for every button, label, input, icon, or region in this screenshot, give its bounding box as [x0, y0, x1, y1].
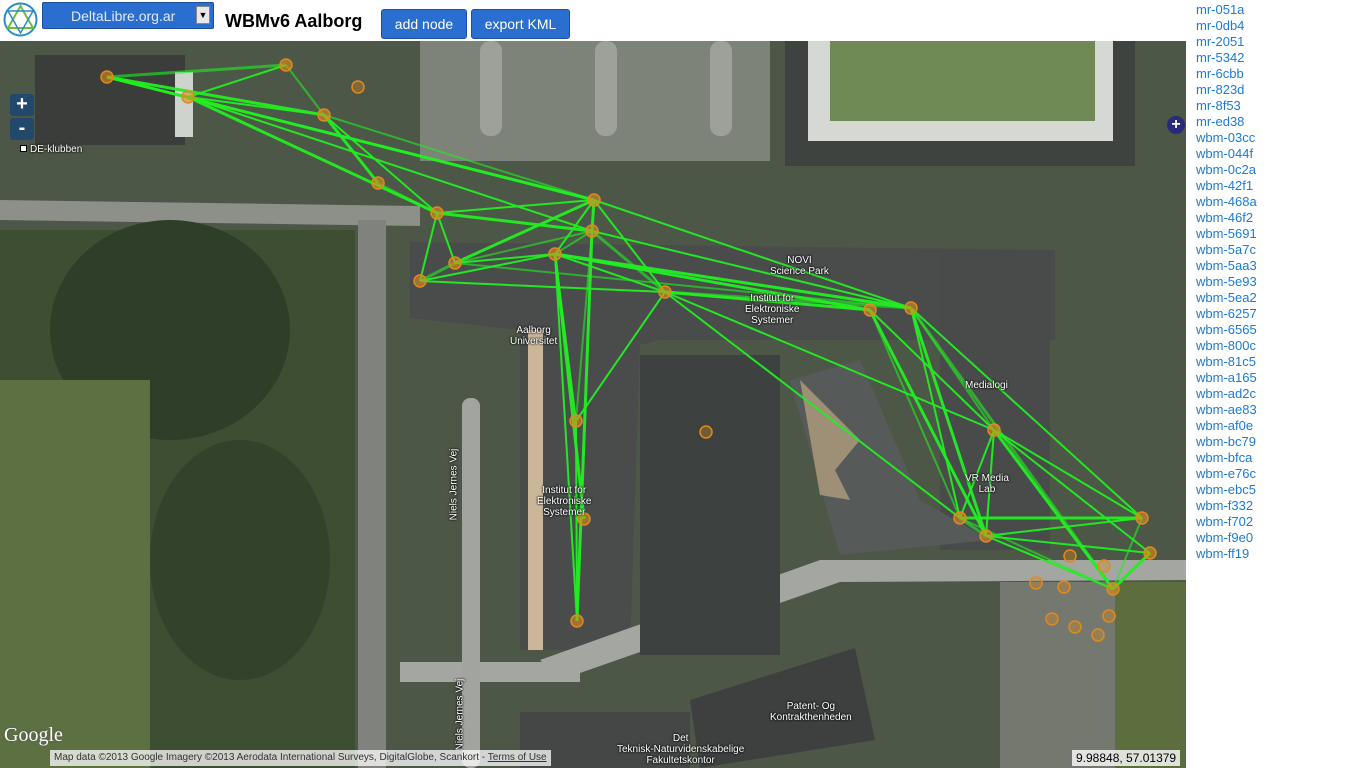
node-link-wbm-5aa3[interactable]: wbm-5aa3: [1196, 258, 1366, 274]
node-link-wbm-0c2a[interactable]: wbm-0c2a: [1196, 162, 1366, 178]
layer-switcher-icon[interactable]: +: [1167, 116, 1185, 134]
mesh-node-marker[interactable]: [448, 256, 462, 270]
mesh-node-marker[interactable]: [1068, 620, 1082, 634]
map-label-vr-media-lab: VR Media Lab: [965, 473, 1009, 495]
mesh-node-marker[interactable]: [1091, 628, 1105, 642]
mesh-node-marker[interactable]: [181, 90, 195, 104]
node-link-wbm-42f1[interactable]: wbm-42f1: [1196, 178, 1366, 194]
node-link-mr-ed38[interactable]: mr-ed38: [1196, 114, 1366, 130]
site-select[interactable]: DeltaLibre.org.ar ▼: [42, 2, 214, 29]
mesh-node-marker[interactable]: [587, 193, 601, 207]
node-link-wbm-03cc[interactable]: wbm-03cc: [1196, 130, 1366, 146]
node-link-wbm-af0e[interactable]: wbm-af0e: [1196, 418, 1366, 434]
node-link-mr-2051[interactable]: mr-2051: [1196, 34, 1366, 50]
mesh-node-marker[interactable]: [863, 303, 877, 317]
site-select-value: DeltaLibre.org.ar: [71, 8, 176, 24]
coordinate-readout: 9.98848, 57.01379: [1072, 750, 1181, 766]
node-link-wbm-81c5[interactable]: wbm-81c5: [1196, 354, 1366, 370]
mesh-node-marker[interactable]: [979, 529, 993, 543]
map-label-institut-2: Institut for Elektroniske Systemer: [537, 485, 592, 518]
map-label-novi: NOVI Science Park: [770, 255, 829, 277]
node-link-wbm-6257[interactable]: wbm-6257: [1196, 306, 1366, 322]
mesh-node-marker[interactable]: [1106, 582, 1120, 596]
node-link-mr-6cbb[interactable]: mr-6cbb: [1196, 66, 1366, 82]
node-link-wbm-468a[interactable]: wbm-468a: [1196, 194, 1366, 210]
map-label-patent: Patent- Og Kontrakthenheden: [770, 701, 852, 723]
node-link-wbm-f702[interactable]: wbm-f702: [1196, 514, 1366, 530]
node-link-wbm-5ea2[interactable]: wbm-5ea2: [1196, 290, 1366, 306]
map-label-fakultetskontor: Det Teknisk-Naturvidenskabelige Fakultet…: [617, 733, 745, 766]
zoom-in-button[interactable]: +: [10, 94, 34, 116]
node-link-wbm-f9e0[interactable]: wbm-f9e0: [1196, 530, 1366, 546]
mesh-node-marker[interactable]: [413, 274, 427, 288]
node-link-wbm-e76c[interactable]: wbm-e76c: [1196, 466, 1366, 482]
mesh-node-marker[interactable]: [1057, 580, 1071, 594]
mesh-node-marker[interactable]: [585, 224, 599, 238]
node-link-wbm-ae83[interactable]: wbm-ae83: [1196, 402, 1366, 418]
mesh-node-marker[interactable]: [1135, 511, 1149, 525]
map-label-road-1: Niels Jernes Vej: [448, 448, 460, 521]
node-link-wbm-6565[interactable]: wbm-6565: [1196, 322, 1366, 338]
node-link-wbm-a165[interactable]: wbm-a165: [1196, 370, 1366, 386]
mesh-node-marker[interactable]: [569, 414, 583, 428]
node-link-wbm-5691[interactable]: wbm-5691: [1196, 226, 1366, 242]
map-label-medialogi: Medialogi: [965, 380, 1008, 391]
node-link-wbm-ebc5[interactable]: wbm-ebc5: [1196, 482, 1366, 498]
node-sidebar: mr-051a mr-0db4 mr-2051 mr-5342 mr-6cbb mr-82…: [1186, 0, 1366, 768]
node-link-mr-823d[interactable]: mr-823d: [1196, 82, 1366, 98]
node-link-wbm-f332[interactable]: wbm-f332: [1196, 498, 1366, 514]
mesh-node-marker[interactable]: [987, 423, 1001, 437]
mesh-node-marker[interactable]: [1063, 549, 1077, 563]
node-list: mr-051a mr-0db4 mr-2051 mr-5342 mr-6cbb mr-82…: [1186, 0, 1366, 562]
node-link-mr-051a[interactable]: mr-051a: [1196, 2, 1366, 18]
mesh-node-marker[interactable]: [658, 285, 672, 299]
chevron-down-icon[interactable]: ▼: [196, 6, 210, 24]
node-link-mr-5342[interactable]: mr-5342: [1196, 50, 1366, 66]
map-label-aalborg-universitet: Aalborg Universitet: [510, 325, 558, 347]
mesh-node-marker[interactable]: [1097, 559, 1111, 573]
export-kml-button[interactable]: export KML: [471, 9, 570, 39]
terms-of-use-link[interactable]: Terms of Use: [488, 752, 547, 763]
mesh-node-marker[interactable]: [317, 108, 331, 122]
deltalibre-logo: [3, 2, 38, 37]
node-link-wbm-044f[interactable]: wbm-044f: [1196, 146, 1366, 162]
map-label-institut-1: Institut for Elektroniske Systemer: [745, 293, 800, 326]
google-logo: Google: [4, 724, 63, 746]
map-view[interactable]: + - + DE-klubben NOVI Science Park Insti…: [0, 41, 1186, 768]
mesh-link: [575, 420, 578, 622]
node-link-wbm-ad2c[interactable]: wbm-ad2c: [1196, 386, 1366, 402]
app-root: DeltaLibre.org.ar ▼ WBMv6 Aalborg add no…: [0, 0, 1366, 768]
mesh-node-marker[interactable]: [100, 70, 114, 84]
node-link-wbm-bfca[interactable]: wbm-bfca: [1196, 450, 1366, 466]
mesh-node-marker[interactable]: [548, 247, 562, 261]
mesh-node-marker[interactable]: [430, 206, 444, 220]
mesh-node-marker[interactable]: [904, 301, 918, 315]
node-link-wbm-46f2[interactable]: wbm-46f2: [1196, 210, 1366, 226]
map-label-de-klubben: DE-klubben: [20, 133, 82, 155]
node-link-wbm-bc79[interactable]: wbm-bc79: [1196, 434, 1366, 450]
map-attribution: Map data ©2013 Google Imagery ©2013 Aero…: [50, 750, 551, 766]
mesh-node-marker[interactable]: [1045, 612, 1059, 626]
mesh-node-marker[interactable]: [279, 58, 293, 72]
add-node-button[interactable]: add node: [381, 9, 467, 39]
top-bar: DeltaLibre.org.ar ▼ WBMv6 Aalborg add no…: [0, 0, 1186, 42]
node-link-mr-0db4[interactable]: mr-0db4: [1196, 18, 1366, 34]
mesh-node-marker[interactable]: [1102, 609, 1116, 623]
node-link-wbm-5a7c[interactable]: wbm-5a7c: [1196, 242, 1366, 258]
node-link-wbm-ff19[interactable]: wbm-ff19: [1196, 546, 1366, 562]
mesh-node-marker[interactable]: [351, 80, 365, 94]
mesh-node-marker[interactable]: [371, 176, 385, 190]
mesh-node-marker[interactable]: [1143, 546, 1157, 560]
page-title: WBMv6 Aalborg: [225, 11, 363, 31]
satellite-imagery: [0, 41, 1186, 768]
node-link-wbm-5e93[interactable]: wbm-5e93: [1196, 274, 1366, 290]
map-label-road-2: Niels Jernes Vej: [454, 678, 466, 751]
mesh-node-marker[interactable]: [953, 511, 967, 525]
node-link-mr-8f53[interactable]: mr-8f53: [1196, 98, 1366, 114]
mesh-node-marker[interactable]: [570, 614, 584, 628]
attribution-text: Map data ©2013 Google Imagery ©2013 Aero…: [54, 752, 488, 763]
node-link-wbm-800c[interactable]: wbm-800c: [1196, 338, 1366, 354]
mesh-node-marker[interactable]: [699, 425, 713, 439]
mesh-node-marker[interactable]: [1029, 576, 1043, 590]
